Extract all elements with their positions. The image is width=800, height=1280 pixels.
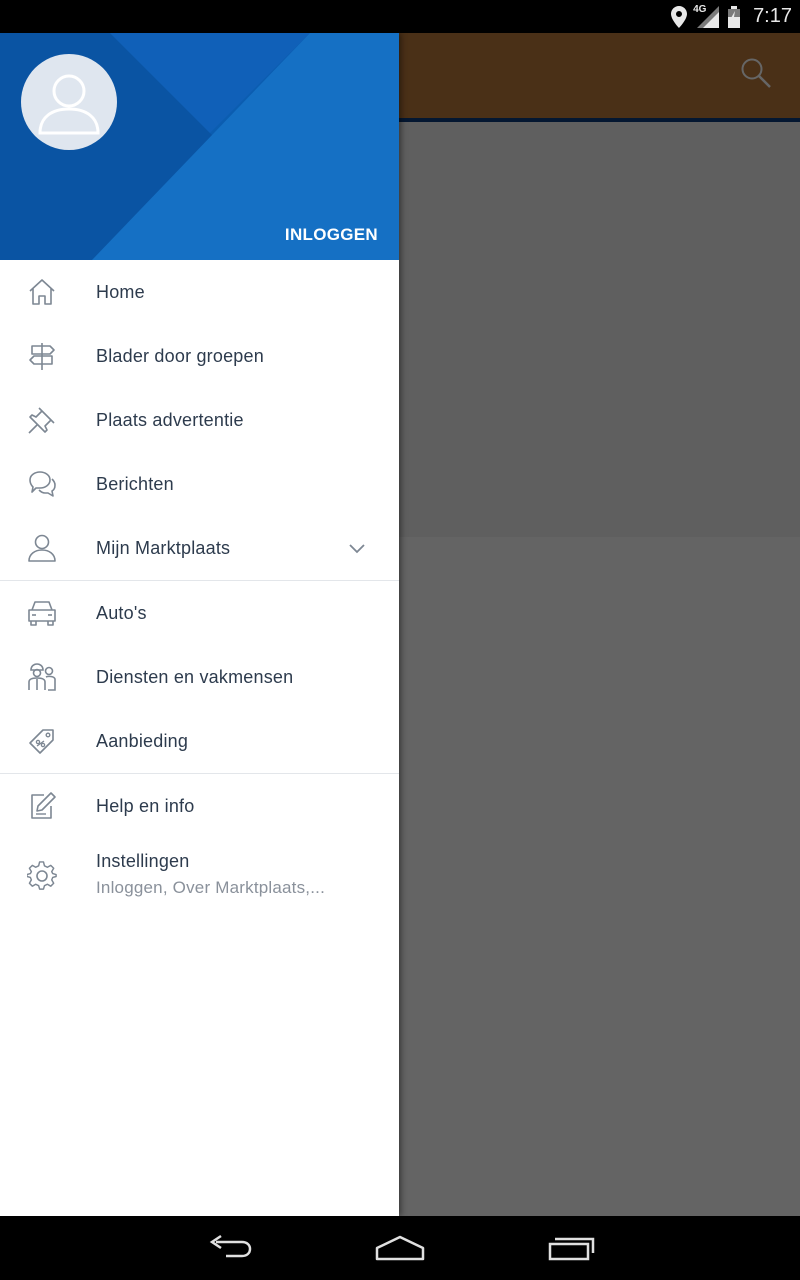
signal-icon: 4G <box>693 3 720 28</box>
battery-icon <box>727 5 741 28</box>
chevron-down-icon[interactable] <box>347 538 367 558</box>
menu-label-offer: Aanbieding <box>96 730 189 751</box>
status-bar: 4G 7:17 <box>0 0 800 33</box>
avatar[interactable] <box>21 54 117 150</box>
menu-label-place-ad: Plaats advertentie <box>96 409 244 430</box>
back-icon[interactable] <box>206 1234 254 1266</box>
user-icon <box>26 532 58 564</box>
home-button-icon[interactable] <box>375 1234 425 1266</box>
menu-label-my-marktplaats: Mijn Marktplaats <box>96 537 231 558</box>
car-icon <box>26 597 58 629</box>
drawer-main-menu: Home Blader door groepen Plaats adverten… <box>0 260 399 580</box>
drawer-support-menu: Help en info Instellingen Inloggen, Over… <box>0 774 399 914</box>
workers-icon <box>26 661 58 693</box>
menu-label-help: Help en info <box>96 795 195 816</box>
menu-label-browse-groups: Blader door groepen <box>96 345 264 366</box>
menu-label-settings: Instellingen <box>96 851 190 871</box>
status-time: 7:17 <box>753 5 792 27</box>
menu-item-browse-groups[interactable]: Blader door groepen <box>0 324 399 388</box>
login-button[interactable]: INLOGGEN <box>285 225 378 245</box>
menu-item-home[interactable]: Home <box>0 260 399 324</box>
menu-sublabel-settings: Inloggen, Over Marktplaats,... <box>96 878 325 897</box>
menu-item-messages[interactable]: Berichten <box>0 452 399 516</box>
system-navigation-bar <box>0 1216 800 1280</box>
chat-icon <box>26 468 58 500</box>
drawer-category-menu: Auto's Diensten en vakmensen Aanbieding <box>0 581 399 773</box>
menu-label-home: Home <box>96 281 145 302</box>
tag-icon <box>26 725 58 757</box>
user-avatar-icon <box>38 74 100 135</box>
network-type-label: 4G <box>693 3 707 15</box>
recent-apps-icon[interactable] <box>547 1234 595 1266</box>
menu-item-services[interactable]: Diensten en vakmensen <box>0 645 399 709</box>
menu-label-cars: Auto's <box>96 602 147 623</box>
gear-icon <box>26 860 58 892</box>
menu-label-messages: Berichten <box>96 473 174 494</box>
menu-item-help[interactable]: Help en info <box>0 774 399 838</box>
location-icon <box>671 5 688 28</box>
home-icon <box>26 276 58 308</box>
signpost-icon <box>26 340 58 372</box>
edit-icon <box>26 790 58 822</box>
navigation-drawer: INLOGGEN Home Blader door groepen Plaats… <box>0 33 399 1216</box>
menu-item-offer[interactable]: Aanbieding <box>0 709 399 773</box>
drawer-header: INLOGGEN <box>0 33 399 260</box>
menu-label-services: Diensten en vakmensen <box>96 666 294 687</box>
menu-item-cars[interactable]: Auto's <box>0 581 399 645</box>
menu-item-settings[interactable]: Instellingen Inloggen, Over Marktplaats,… <box>0 838 399 914</box>
menu-item-my-marktplaats[interactable]: Mijn Marktplaats <box>0 516 399 580</box>
menu-item-place-ad[interactable]: Plaats advertentie <box>0 388 399 452</box>
pin-icon <box>26 404 58 436</box>
